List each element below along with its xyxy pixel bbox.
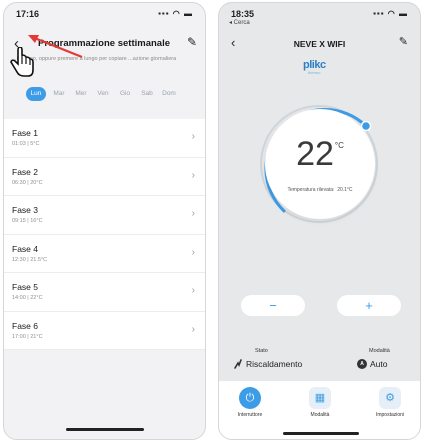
home-indicator (283, 432, 359, 435)
measured-value: 20.1°C (337, 187, 353, 193)
temperature-dial: 22°C Temperatura rilevata: 20.1°C (265, 109, 375, 219)
back-to-search-link[interactable]: ◂ Cerca (229, 19, 250, 26)
nav-label: Modalità (310, 412, 330, 418)
setpoint-unit: °C (334, 141, 344, 150)
decrease-button[interactable]: − (241, 295, 305, 316)
phase-list: Fase 1 01:03 | 5°C › Fase 2 06:30 | 20°C… (4, 119, 205, 350)
phase-name: Fase 5 (12, 282, 38, 292)
measured-temperature: Temperatura rilevata: 20.1°C (265, 187, 375, 193)
status-time: 18:35 (231, 9, 255, 19)
measured-label: Temperatura rilevata: (287, 187, 335, 193)
modalita-status[interactable]: A Auto (357, 359, 388, 369)
bottom-nav: ⏻ Interruttore ▦ Modalità ⚙ Impostazioni (219, 381, 420, 439)
phase-name: Fase 6 (12, 320, 38, 331)
modalita-label: Modalità (369, 348, 390, 354)
phase-name: Fase 2 (12, 166, 38, 177)
chevron-right-icon: › (191, 285, 195, 296)
phase-name: Fase 3 (12, 205, 38, 215)
device-title: NEVE X WIFI (293, 39, 346, 49)
day-tab[interactable]: Mer (72, 87, 90, 101)
schedule-screen: 17:16 ▪▪▪ ◠ ▬ ‹ Programmazione settimana… (3, 2, 206, 440)
auto-icon: A (357, 359, 367, 369)
nav-label: Interruttore (237, 412, 263, 418)
flame-icon (234, 359, 242, 369)
day-tab[interactable]: Dom (160, 87, 178, 101)
status-bar: 17:16 ▪▪▪ ◠ ▬ (4, 3, 205, 23)
phase-detail: 17:00 | 21°C (12, 333, 43, 340)
increase-button[interactable]: + (337, 295, 401, 316)
phase-detail: 09:15 | 16°C (12, 218, 43, 224)
setpoint-value: 22 (296, 135, 334, 173)
pencil-icon[interactable]: ✎ (399, 35, 408, 48)
nav-label: Impostazioni (375, 412, 405, 418)
day-tab[interactable]: Lun (26, 87, 46, 101)
day-tab[interactable]: Ven (94, 87, 112, 101)
setpoint-temperature: 22°C (265, 135, 375, 174)
chevron-right-icon: › (191, 246, 195, 258)
status-icons: ▪▪▪ ◠ ▬ (158, 9, 193, 18)
pointing-hand-icon (10, 47, 34, 77)
modalita-value: Auto (370, 359, 388, 369)
home-indicator (66, 428, 144, 431)
day-tab[interactable]: Mar (50, 87, 68, 101)
stato-label: Stato (255, 348, 268, 354)
pencil-icon[interactable]: ✎ (187, 35, 197, 49)
status-time: 17:16 (16, 9, 40, 19)
grid-icon: ▦ (309, 387, 331, 409)
phase-row[interactable]: Fase 6 17:00 | 21°C › (4, 312, 205, 350)
phase-row[interactable]: Fase 4 12:30 | 21.5°C › (4, 235, 205, 273)
brand-logo: plikc thermo (303, 59, 326, 75)
phase-detail: 12:30 | 21.5°C (12, 256, 48, 263)
stato-status: Riscaldamento (233, 359, 302, 369)
phase-detail: 01:03 | 5°C (12, 141, 40, 147)
chevron-right-icon: › (191, 131, 195, 142)
phase-name: Fase 1 (12, 128, 38, 138)
phase-row[interactable]: Fase 5 14:00 | 22°C › (4, 273, 205, 312)
settings-icon: ⚙ (379, 387, 401, 409)
day-tab[interactable]: Sab (138, 87, 156, 101)
chevron-right-icon: › (191, 323, 195, 335)
phase-row[interactable]: Fase 2 06:30 | 20°C › (4, 158, 205, 196)
phase-row[interactable]: Fase 3 09:15 | 16°C › (4, 196, 205, 235)
phase-detail: 14:00 | 22°C (12, 295, 43, 301)
day-tab[interactable]: Gio (116, 87, 134, 101)
nav-interruttore[interactable]: ⏻ Interruttore (225, 387, 275, 418)
phase-name: Fase 4 (12, 243, 38, 254)
chevron-right-icon: › (191, 169, 195, 181)
thermostat-screen: 18:35 ▪▪▪ ◠ ▬ ◂ Cerca ‹ NEVE X WIFI ✎ pl… (218, 2, 421, 440)
nav-impostazioni[interactable]: ⚙ Impostazioni (365, 387, 415, 418)
phase-row[interactable]: Fase 1 01:03 | 5°C › (4, 119, 205, 158)
day-selector: Lun Mar Mer Ven Gio Sab Dom (26, 87, 178, 101)
chevron-right-icon: › (191, 208, 195, 219)
stato-value: Riscaldamento (246, 359, 303, 369)
nav-modalita[interactable]: ▦ Modalità (295, 387, 345, 418)
status-icons: ▪▪▪ ◠ ▬ (373, 9, 408, 18)
phase-detail: 06:30 | 20°C (12, 179, 43, 186)
power-icon: ⏻ (239, 387, 261, 409)
